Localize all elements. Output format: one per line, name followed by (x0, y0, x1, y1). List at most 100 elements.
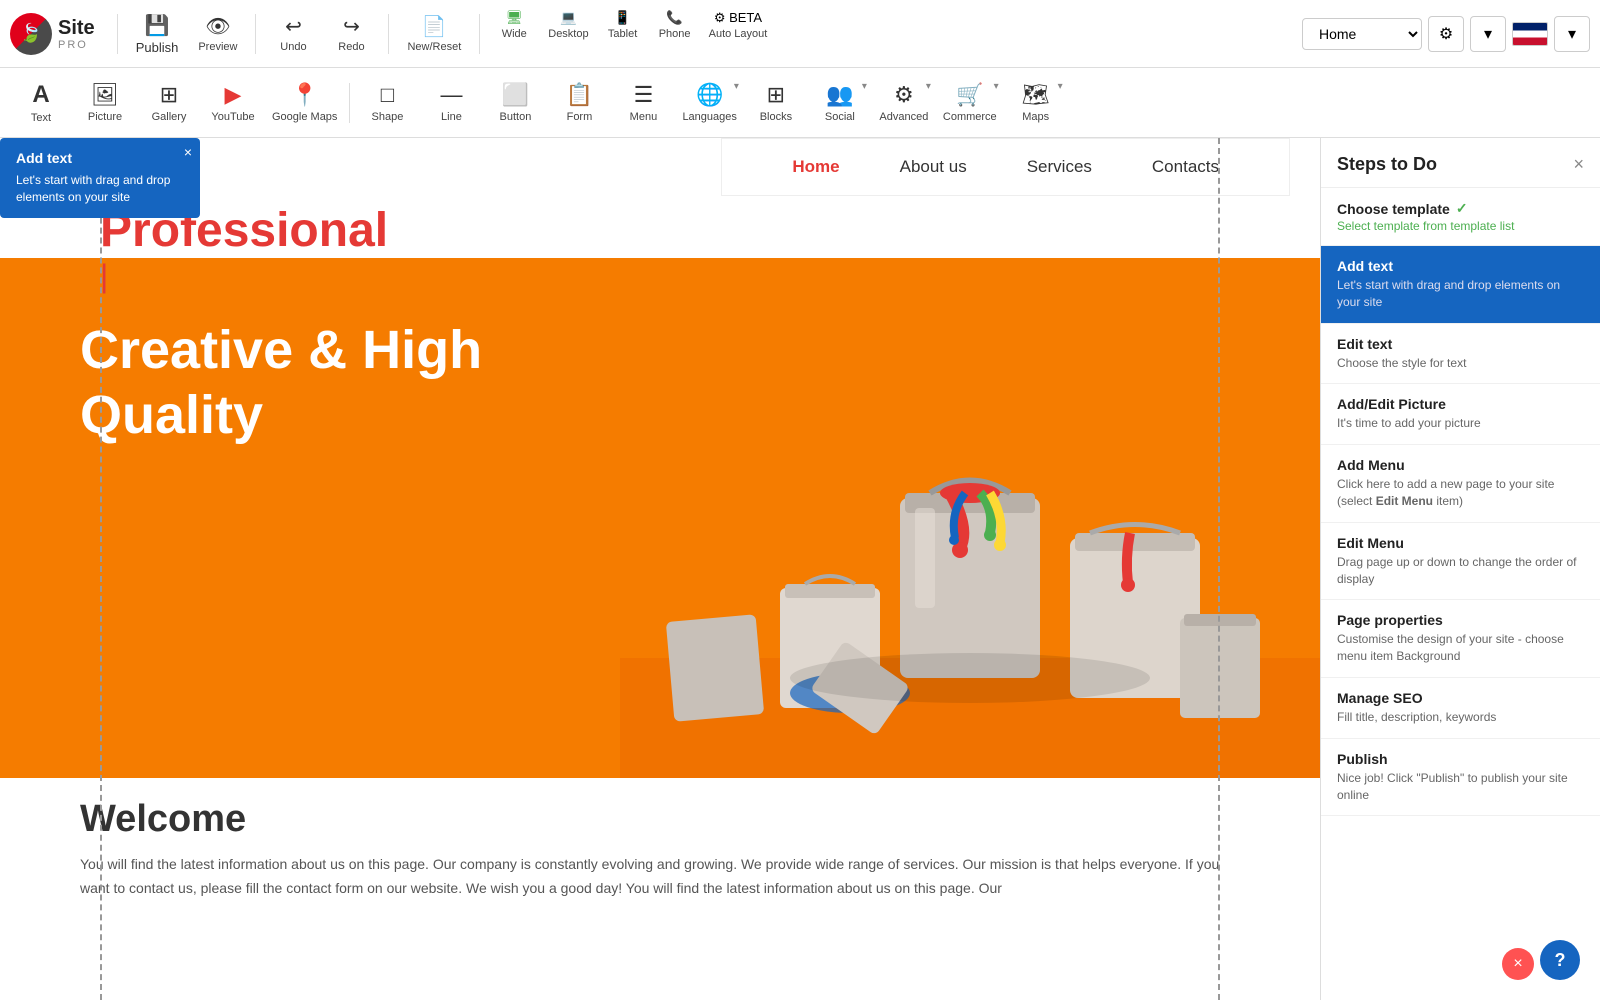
shape-tool[interactable]: □ Shape (356, 73, 418, 133)
canvas-area: × Add text Let's start with drag and dro… (0, 138, 1600, 1000)
preview-button[interactable]: 👁 Preview (190, 6, 245, 62)
step-add-menu[interactable]: Add Menu Click here to add a new page to… (1321, 445, 1600, 523)
redo-icon: ↪ (343, 14, 360, 39)
redo-button[interactable]: ↪ Redo (324, 6, 378, 62)
step-edit-menu[interactable]: Edit Menu Drag page up or down to change… (1321, 523, 1600, 601)
maps-label: Maps (1022, 111, 1049, 123)
line-label: Line (441, 111, 462, 123)
google-maps-icon: 📍 (291, 82, 318, 108)
step-page-properties[interactable]: Page properties Customise the design of … (1321, 600, 1600, 678)
line-icon: — (440, 82, 462, 108)
desktop-label: Desktop (548, 28, 588, 40)
tooltip-close-button[interactable]: × (184, 144, 192, 160)
add-text-tooltip: × Add text Let's start with drag and dro… (0, 138, 200, 218)
hero-text: Creative & High Quality (80, 318, 482, 448)
wide-button[interactable]: 🖥 Wide (490, 6, 538, 62)
step-edit-text[interactable]: Edit text Choose the style for text (1321, 324, 1600, 385)
new-reset-label: New/Reset (407, 41, 461, 53)
paint-buckets-illustration (620, 278, 1320, 778)
phone-label: Phone (659, 28, 691, 40)
tablet-button[interactable]: 📱 Tablet (599, 6, 647, 62)
nav-contacts[interactable]: Contacts (1122, 157, 1249, 177)
advanced-tool[interactable]: ⚙ Advanced (873, 73, 935, 133)
step-publish-title: Publish (1337, 751, 1584, 767)
preview-nav: Home About us Services Contacts (721, 138, 1290, 196)
home-select-group: Home ⚙ ▾ ▾ (1302, 16, 1590, 52)
shape-icon: □ (381, 82, 394, 108)
auto-layout-button[interactable]: ⚙ BETA Auto Layout (703, 6, 774, 62)
menu-icon: ☰ (634, 82, 654, 108)
line-tool[interactable]: — Line (420, 73, 482, 133)
picture-tool[interactable]: 🖼 Picture (74, 73, 136, 133)
tooltip-body: Let's start with drag and drop elements … (16, 172, 184, 206)
step-page-properties-desc: Customise the design of your site - choo… (1337, 631, 1584, 665)
logo-site: Site (58, 17, 95, 39)
guide-line-left (100, 138, 102, 1000)
step-publish-desc: Nice job! Click "Publish" to publish you… (1337, 770, 1584, 804)
gallery-tool[interactable]: ⊞ Gallery (138, 73, 200, 133)
home-dropdown[interactable]: Home (1302, 18, 1422, 50)
publish-icon: 💾 (145, 13, 170, 38)
step-add-picture[interactable]: Add/Edit Picture It's time to add your p… (1321, 384, 1600, 445)
guide-line-right (1218, 138, 1220, 1000)
language-flag[interactable] (1512, 22, 1548, 46)
picture-icon: 🖼 (91, 82, 119, 108)
step-add-text-title: Add text (1337, 258, 1584, 274)
step-manage-seo-desc: Fill title, description, keywords (1337, 709, 1584, 726)
expand-button[interactable]: ▾ (1470, 16, 1506, 52)
form-tool[interactable]: 📋 Form (548, 73, 610, 133)
site-preview: Professional | Home About us Services Co… (0, 138, 1320, 1000)
step-publish[interactable]: Publish Nice job! Click "Publish" to pub… (1321, 739, 1600, 817)
step-choose-desc: Select template from template list (1337, 219, 1584, 233)
step-add-picture-title: Add/Edit Picture (1337, 396, 1584, 412)
settings-button[interactable]: ⚙ (1428, 16, 1464, 52)
hero-banner: Creative & High Quality (0, 258, 1320, 778)
button-icon: ⬜ (502, 82, 529, 108)
languages-tool[interactable]: 🌐 Languages (676, 73, 742, 133)
text-tool[interactable]: A Text (10, 73, 72, 133)
google-maps-tool[interactable]: 📍 Google Maps (266, 73, 343, 133)
flag-expand-button[interactable]: ▾ (1554, 16, 1590, 52)
step-add-text[interactable]: Add text Let's start with drag and drop … (1321, 246, 1600, 324)
blocks-icon: ⊞ (767, 82, 785, 108)
help-button[interactable]: ? (1540, 940, 1580, 980)
blocks-tool[interactable]: ⊞ Blocks (745, 73, 807, 133)
desktop-button[interactable]: 💻 Desktop (542, 6, 594, 62)
step-manage-seo[interactable]: Manage SEO Fill title, description, keyw… (1321, 678, 1600, 739)
phone-button[interactable]: 📞 Phone (651, 6, 699, 62)
new-reset-button[interactable]: 📄 New/Reset (399, 6, 469, 62)
wide-label: Wide (502, 28, 527, 40)
undo-button[interactable]: ↩ Undo (266, 6, 320, 62)
new-reset-icon: 📄 (422, 14, 447, 39)
check-icon: ✓ (1456, 200, 1468, 217)
undo-label: Undo (280, 41, 306, 53)
nav-about[interactable]: About us (870, 157, 997, 177)
form-label: Form (567, 111, 593, 123)
topbar-separator-4 (479, 14, 480, 54)
menu-tool[interactable]: ☰ Menu (612, 73, 674, 133)
toolbar-divider-1 (349, 83, 350, 123)
text-icon: A (32, 81, 49, 109)
nav-home[interactable]: Home (762, 157, 869, 177)
button-tool[interactable]: ⬜ Button (484, 73, 546, 133)
nav-services[interactable]: Services (997, 157, 1122, 177)
social-tool[interactable]: 👥 Social (809, 73, 871, 133)
welcome-section: Welcome You will find the latest informa… (80, 798, 1240, 901)
commerce-tool[interactable]: 🛒 Commerce (937, 73, 1003, 133)
tablet-label: Tablet (608, 28, 637, 40)
youtube-label: YouTube (211, 111, 254, 123)
step-choose-template[interactable]: Choose template ✓ Select template from t… (1321, 188, 1600, 246)
maps-tool[interactable]: 🗺 Maps (1005, 73, 1067, 133)
publish-button[interactable]: 💾 Publish (128, 6, 187, 62)
logo: 🍃 Site PRO (10, 13, 95, 55)
google-maps-label: Google Maps (272, 111, 337, 123)
picture-label: Picture (88, 111, 122, 123)
step-add-menu-title: Add Menu (1337, 457, 1584, 473)
welcome-text: You will find the latest information abo… (80, 853, 1240, 901)
main-canvas: Professional | Home About us Services Co… (0, 138, 1320, 1000)
dismiss-button[interactable]: × (1502, 948, 1534, 980)
edit-menu-bold: Edit Menu (1376, 494, 1433, 508)
youtube-tool[interactable]: ▶ YouTube (202, 73, 264, 133)
logo-text-group: Site PRO (58, 17, 95, 51)
steps-close-button[interactable]: × (1573, 154, 1584, 175)
